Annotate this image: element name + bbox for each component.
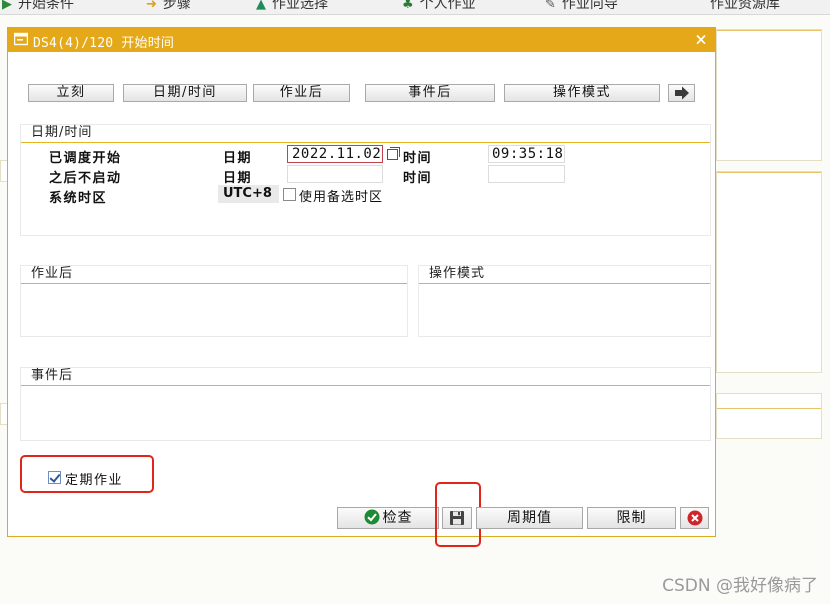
after-event-group-title: 事件后 bbox=[21, 368, 710, 386]
no-start-time-input[interactable] bbox=[488, 165, 565, 183]
operation-mode-group: 操作模式 bbox=[418, 265, 711, 337]
check-circle-icon bbox=[364, 509, 379, 525]
after-job-button[interactable]: 作业后 bbox=[253, 84, 350, 102]
dialog-titlebar[interactable]: DS4(4)/120 开始时间 × bbox=[8, 28, 715, 52]
after-event-group: 事件后 bbox=[20, 367, 711, 441]
toolbar-item-own-job[interactable]: ♣ 个人作业 bbox=[402, 0, 476, 14]
date-time-button[interactable]: 日期/时间 bbox=[123, 84, 247, 102]
start-time-input[interactable]: 09:35:18 bbox=[488, 145, 565, 163]
date-label: 日期 bbox=[223, 171, 253, 186]
background-panel bbox=[716, 29, 822, 161]
use-alternate-timezone-checkbox[interactable] bbox=[283, 188, 296, 201]
window-icon bbox=[14, 32, 28, 46]
operation-mode-button[interactable]: 操作模式 bbox=[504, 84, 660, 102]
periodic-job-highlight bbox=[20, 455, 154, 493]
time-label: 时间 bbox=[403, 151, 433, 166]
restrictions-button[interactable]: 限制 bbox=[587, 507, 676, 529]
start-time-dialog: DS4(4)/120 开始时间 × 立刻 日期/时间 作业后 事件后 操作模式 … bbox=[7, 27, 716, 547]
operation-mode-group-title: 操作模式 bbox=[419, 266, 710, 284]
own-job-icon: ♣ bbox=[402, 0, 414, 12]
job-wizard-icon: ✎ bbox=[545, 0, 556, 12]
calendar-picker-icon[interactable] bbox=[387, 147, 400, 160]
after-job-group-title: 作业后 bbox=[21, 266, 407, 284]
after-job-group: 作业后 bbox=[20, 265, 408, 337]
time-label: 时间 bbox=[403, 171, 433, 186]
start-date-input[interactable]: 2022.11.02 bbox=[287, 145, 383, 163]
date-label: 日期 bbox=[223, 151, 253, 166]
cancel-button[interactable] bbox=[680, 507, 709, 529]
toolbar-item-job-repository[interactable]: 作业资源库 bbox=[710, 0, 780, 14]
background-toolbar: ▶ 开始条件 ➜ 步骤 ▲ 作业选择 ♣ 个人作业 ✎ 作业向导 作业资源库 bbox=[0, 0, 830, 15]
close-icon[interactable]: × bbox=[695, 29, 707, 49]
immediate-button[interactable]: 立刻 bbox=[28, 84, 114, 102]
background-panel bbox=[716, 171, 822, 373]
date-time-group-title: 日期/时间 bbox=[21, 125, 710, 143]
step-icon: ➜ bbox=[146, 0, 157, 12]
background-panel bbox=[716, 393, 822, 439]
no-start-after-label: 之后不启动 bbox=[49, 171, 122, 186]
save-button-highlight bbox=[435, 482, 481, 547]
period-values-button[interactable]: 周期值 bbox=[476, 507, 583, 529]
timezone-value: UTC+8 bbox=[218, 185, 279, 203]
system-timezone-label: 系统时区 bbox=[49, 191, 108, 206]
dialog-title: DS4(4)/120 开始时间 bbox=[33, 36, 175, 51]
check-button[interactable]: 检查 bbox=[337, 507, 439, 529]
after-event-button[interactable]: 事件后 bbox=[365, 84, 495, 102]
toolbar-item-step[interactable]: ➜ 步骤 bbox=[146, 0, 191, 14]
job-selection-icon: ▲ bbox=[256, 0, 266, 12]
toolbar-item-start-condition[interactable]: ▶ 开始条件 bbox=[2, 0, 74, 14]
cancel-icon bbox=[687, 510, 702, 526]
arrow-right-icon bbox=[674, 86, 689, 100]
start-condition-icon: ▶ bbox=[2, 0, 12, 12]
use-alternate-timezone-label: 使用备选时区 bbox=[299, 190, 384, 205]
scheduled-start-label: 已调度开始 bbox=[49, 151, 122, 166]
date-time-group: 日期/时间 已调度开始 之后不启动 系统时区 日期 日期 2022.11.02 … bbox=[20, 124, 711, 236]
toolbar-item-job-wizard[interactable]: ✎ 作业向导 bbox=[545, 0, 618, 14]
no-start-date-input[interactable] bbox=[287, 165, 383, 183]
watermark: CSDN @我好像病了 bbox=[662, 576, 818, 596]
more-buttons-button[interactable] bbox=[668, 84, 695, 102]
toolbar-item-job-selection[interactable]: ▲ 作业选择 bbox=[256, 0, 328, 14]
